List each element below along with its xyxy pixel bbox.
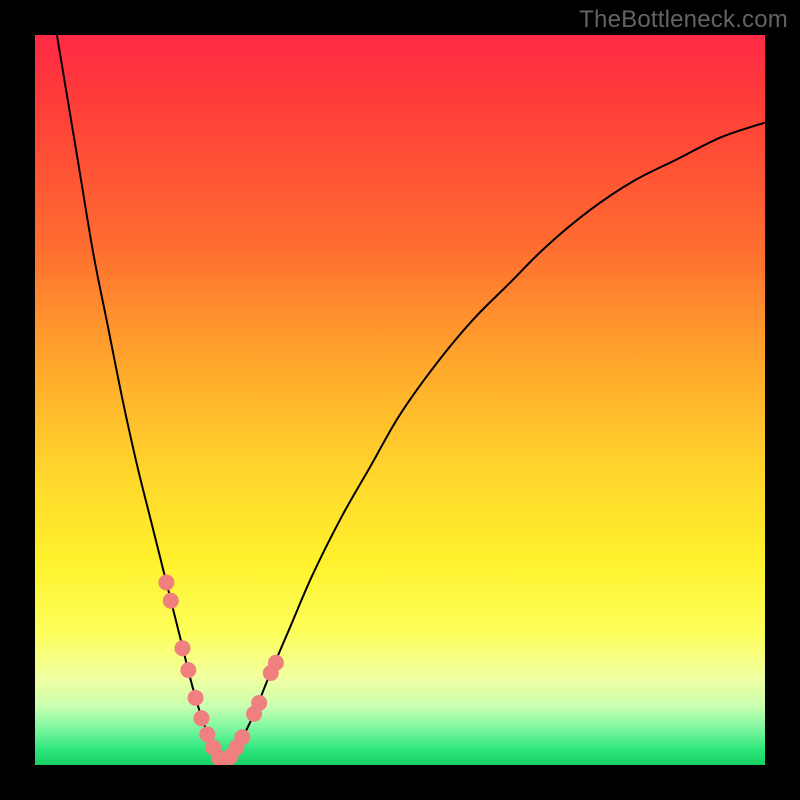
curve-right [225,123,765,765]
marker-dot [234,729,250,745]
watermark-text: TheBottleneck.com [579,6,788,34]
marker-dot [180,662,196,678]
marker-dot [268,655,284,671]
curve-svg [35,35,765,765]
curve-left [57,35,225,765]
marker-dot [174,640,190,656]
marker-dot [251,695,267,711]
marker-dot [193,710,209,726]
marker-dot [188,690,204,706]
plot-area [35,35,765,765]
marker-dot [163,593,179,609]
chart-frame: TheBottleneck.com [0,0,800,800]
marker-group [158,575,284,766]
marker-dot [158,575,174,591]
